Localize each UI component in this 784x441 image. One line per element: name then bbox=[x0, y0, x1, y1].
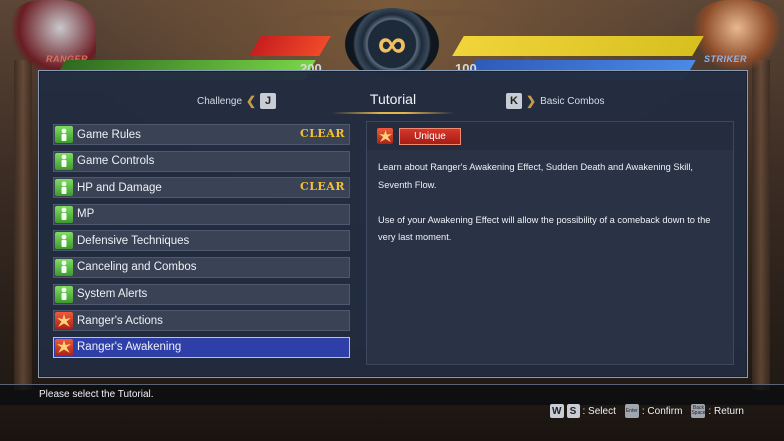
key-s-icon: S bbox=[566, 404, 580, 418]
tutorial-item-label: System Alerts bbox=[77, 288, 148, 301]
tutorial-detail-pane: Unique Learn about Ranger's Awakening Ef… bbox=[366, 121, 734, 365]
detail-header: Unique bbox=[367, 122, 733, 150]
tutorial-item-canceling-and-combos[interactable]: Canceling and Combos bbox=[53, 256, 350, 278]
tutorial-item-label: Ranger's Actions bbox=[77, 314, 163, 327]
tutorial-item-label: HP and Damage bbox=[77, 181, 162, 194]
tutorial-item-label: Canceling and Combos bbox=[77, 261, 197, 274]
green-character-icon bbox=[55, 232, 73, 250]
tab-tutorial[interactable]: Tutorial bbox=[332, 85, 454, 115]
red-burst-icon bbox=[377, 128, 393, 144]
enter-key-icon: Enter bbox=[624, 404, 639, 418]
detail-description: Learn about Ranger's Awakening Effect, S… bbox=[367, 150, 733, 273]
control-hints: W S : Select Enter : Confirm Back Space … bbox=[550, 404, 744, 418]
tutorial-item-label: Defensive Techniques bbox=[77, 234, 190, 247]
green-character-icon bbox=[55, 179, 73, 197]
help-bar: Please select the Tutorial. bbox=[0, 384, 784, 405]
tutorial-item-label: Ranger's Awakening bbox=[77, 341, 182, 354]
tutorial-item-system-alerts[interactable]: System Alerts bbox=[53, 283, 350, 305]
return-hint-label: : Return bbox=[708, 405, 744, 417]
tutorial-item-game-rules[interactable]: Game Rules CLEAR bbox=[53, 124, 350, 145]
confirm-hint-label: : Confirm bbox=[641, 405, 683, 417]
red-burst-icon bbox=[55, 338, 73, 356]
detail-paragraph: Learn about Ranger's Awakening Effect, S… bbox=[378, 162, 693, 190]
chevron-right-icon: ❯ bbox=[526, 94, 537, 108]
tab-challenge-label: Challenge bbox=[197, 95, 243, 107]
tab-basic-combos[interactable]: K ❯ Basic Combos bbox=[506, 93, 605, 109]
p2-name: STRIKER bbox=[704, 54, 748, 64]
green-character-icon bbox=[55, 152, 73, 170]
tutorial-item-label: Game Rules bbox=[77, 128, 141, 141]
red-burst-icon bbox=[55, 312, 73, 330]
chevron-left-icon: ❮ bbox=[246, 94, 257, 108]
key-w-icon: W bbox=[550, 404, 564, 418]
green-character-icon bbox=[55, 258, 73, 276]
tutorial-panel: Challenge ❮ J Tutorial K ❯ Basic Combos … bbox=[38, 70, 748, 378]
tutorial-item-label: MP bbox=[77, 208, 95, 221]
green-character-icon bbox=[55, 126, 73, 143]
tab-basic-combos-label: Basic Combos bbox=[540, 95, 605, 107]
clear-badge: CLEAR bbox=[299, 180, 345, 194]
tutorial-item-rangers-awakening[interactable]: Ranger's Awakening bbox=[53, 336, 350, 358]
tab-bar: Challenge ❮ J Tutorial K ❯ Basic Combos bbox=[39, 85, 747, 117]
tutorial-item-hp-and-damage[interactable]: HP and Damage CLEAR bbox=[53, 177, 350, 199]
timer-value: ∞ bbox=[377, 22, 407, 66]
detail-paragraph: Use of your Awakening Effect will allow … bbox=[378, 214, 711, 243]
background-pillar bbox=[752, 60, 770, 390]
tutorial-item-rangers-actions[interactable]: Ranger's Actions bbox=[53, 310, 350, 332]
tutorial-list: Game Rules CLEAR Game Controls HP and Da… bbox=[53, 124, 350, 363]
green-character-icon bbox=[55, 205, 73, 223]
green-character-icon bbox=[55, 285, 73, 303]
tutorial-item-mp[interactable]: MP bbox=[53, 203, 350, 225]
key-k-icon: K bbox=[506, 93, 522, 109]
backspace-key-icon: Back Space bbox=[691, 404, 706, 418]
p2-meter-bar bbox=[452, 36, 704, 56]
key-j-icon: J bbox=[260, 93, 277, 109]
p1-meter-bar bbox=[249, 36, 331, 56]
active-tab-underline bbox=[332, 112, 454, 114]
clear-badge: CLEAR bbox=[299, 127, 345, 140]
tab-challenge[interactable]: Challenge ❮ J bbox=[197, 93, 277, 109]
select-hint-label: : Select bbox=[582, 405, 616, 417]
background-pillar bbox=[14, 60, 32, 390]
tutorial-item-label: Game Controls bbox=[77, 155, 155, 168]
unique-badge: Unique bbox=[399, 127, 461, 145]
tutorial-item-defensive-techniques[interactable]: Defensive Techniques bbox=[53, 230, 350, 252]
tutorial-item-game-controls[interactable]: Game Controls bbox=[53, 150, 350, 172]
help-text: Please select the Tutorial. bbox=[39, 389, 154, 400]
